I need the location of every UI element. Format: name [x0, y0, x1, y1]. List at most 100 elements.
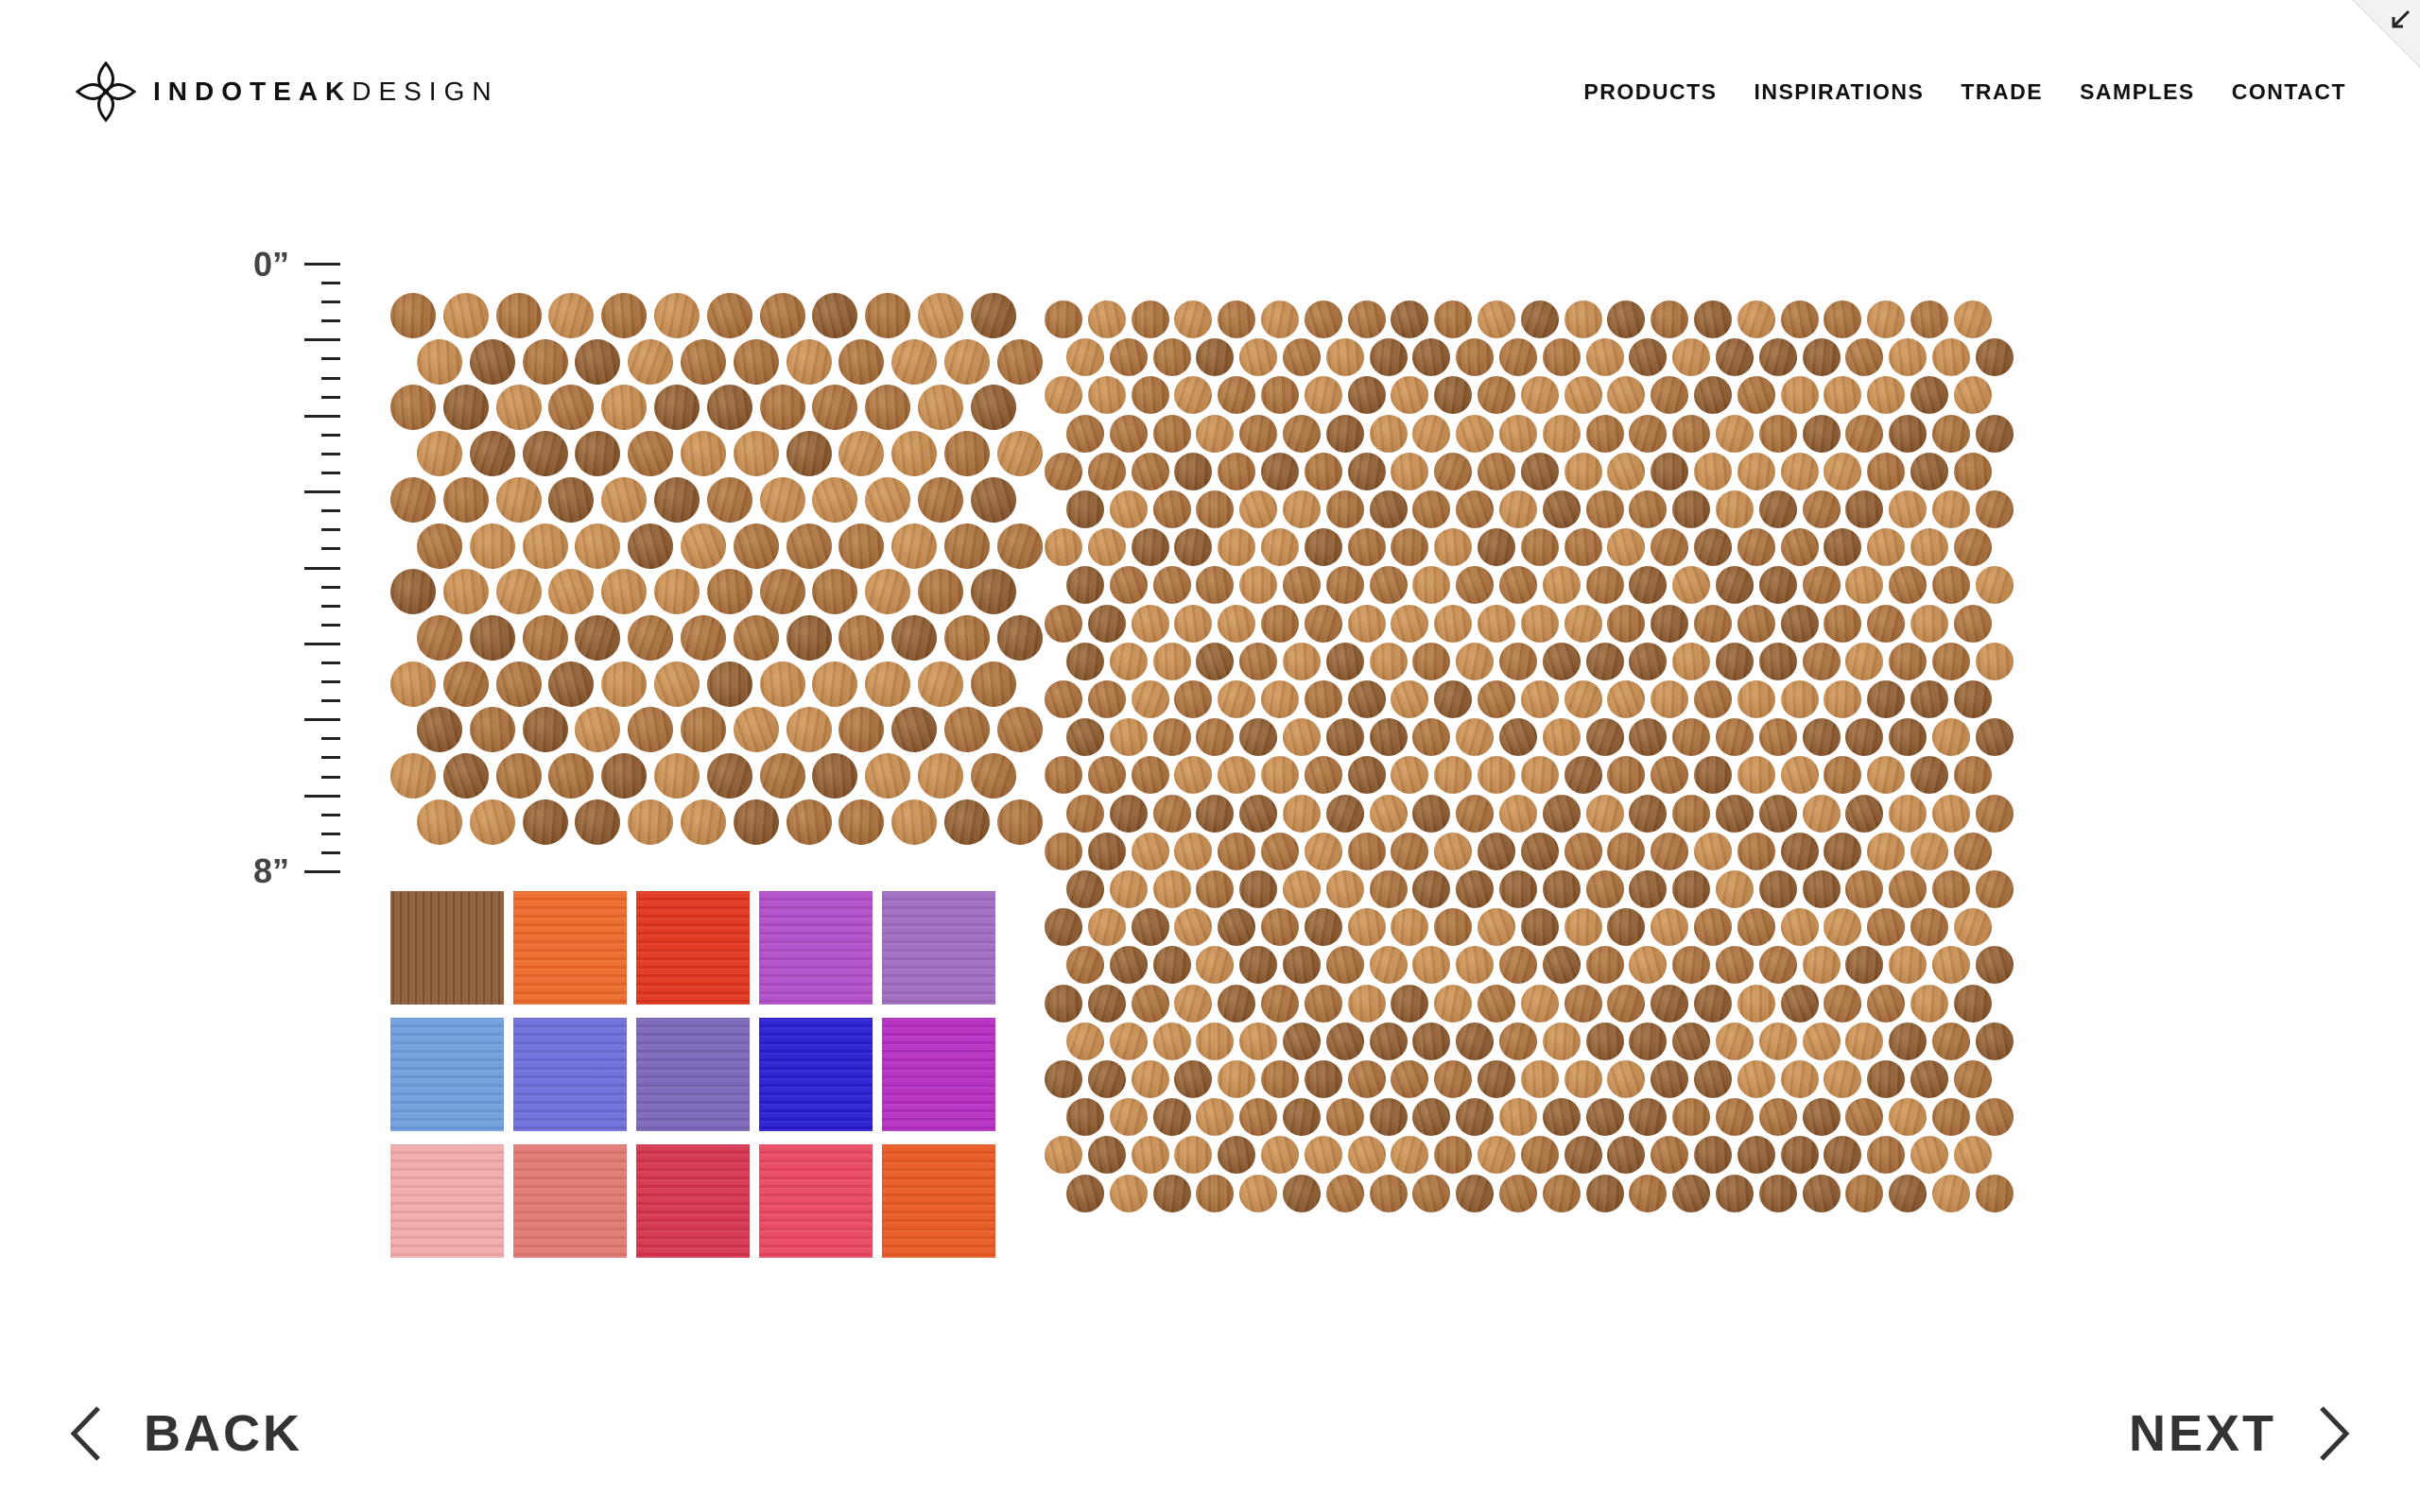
ruler-tick [321, 623, 340, 627]
swatch-periwinkle[interactable] [513, 1018, 627, 1131]
penny-tile [522, 431, 568, 477]
penny-tile [390, 753, 436, 799]
penny-tile [1478, 756, 1515, 795]
nav-products[interactable]: PRODUCTS [1583, 77, 1717, 106]
penny-tile [1391, 528, 1429, 567]
swatch-rose-red[interactable] [759, 1144, 873, 1258]
swatch-blush-pink[interactable] [390, 1144, 504, 1258]
penny-tile [1932, 642, 1970, 680]
swatch-natural-teak[interactable] [390, 891, 504, 1005]
penny-tile [1434, 1060, 1473, 1098]
next-button[interactable]: NEXT [2129, 1404, 2352, 1463]
penny-tile [1283, 490, 1321, 528]
swatch-tangerine[interactable] [882, 1144, 995, 1258]
penny-tile [1109, 870, 1148, 908]
penny-tile [1607, 528, 1646, 567]
penny-tile [1889, 338, 1927, 377]
penny-tile [1152, 566, 1191, 605]
penny-tile [1239, 566, 1278, 605]
swatch-orange[interactable] [513, 891, 627, 1005]
penny-tile [1802, 566, 1841, 605]
penny-tile [1651, 1060, 1689, 1098]
swatch-lavender[interactable] [636, 1018, 750, 1131]
penny-tile [1087, 604, 1126, 643]
penny-tile [1802, 794, 1841, 833]
penny-tile [1758, 490, 1797, 528]
penny-tile [1824, 1060, 1862, 1098]
penny-tile [1607, 832, 1646, 870]
penny-tile [1542, 870, 1581, 908]
penny-tile [1283, 1174, 1321, 1212]
penny-tile [1520, 984, 1559, 1022]
penny-tile [1434, 604, 1473, 643]
swatch-lilac[interactable] [882, 891, 995, 1005]
ruler-tick [321, 661, 340, 664]
penny-tile [1239, 870, 1278, 908]
penny-tile [1412, 1174, 1451, 1212]
penny-tile [1975, 642, 2014, 680]
penny-tile [1347, 528, 1386, 567]
penny-tile [1672, 642, 1711, 680]
penny-tile [733, 799, 779, 845]
penny-tile [1910, 604, 1948, 643]
penny-tile [1585, 946, 1624, 985]
penny-tile [1478, 832, 1515, 870]
penny-tile [1889, 1098, 1927, 1137]
penny-tile [1499, 794, 1537, 833]
penny-tile [759, 569, 805, 615]
penny-tile [706, 476, 752, 523]
back-button[interactable]: BACK [68, 1404, 302, 1463]
penny-tile [1867, 452, 1906, 490]
ruler-tick [321, 301, 340, 304]
swatch-cobalt[interactable] [759, 1018, 873, 1131]
swatch-red[interactable] [636, 891, 750, 1005]
penny-tile [1325, 490, 1364, 528]
swatch-crimson[interactable] [636, 1144, 750, 1258]
penny-tile [1953, 1060, 1992, 1098]
swatch-fuchsia[interactable] [882, 1018, 995, 1131]
penny-tile [1066, 718, 1104, 757]
penny-tile [1910, 1060, 1948, 1098]
nav-trade[interactable]: TRADE [1961, 77, 2043, 106]
penny-tile [1347, 984, 1386, 1022]
penny-tile [1867, 528, 1906, 567]
ruler-top-label: 0” [253, 245, 290, 284]
nav-samples[interactable]: SAMPLES [2080, 77, 2195, 106]
penny-tile [1585, 1022, 1624, 1060]
swatch-coral[interactable] [513, 1144, 627, 1258]
swatch-sky-blue[interactable] [390, 1018, 504, 1131]
ruler-bottom-label: 8” [253, 851, 290, 890]
penny-tile [733, 338, 779, 385]
penny-tile [1651, 452, 1689, 490]
swatch-magenta-violet[interactable] [759, 891, 873, 1005]
penny-tile [1239, 794, 1278, 833]
penny-tile [1867, 604, 1906, 643]
penny-tile [1109, 566, 1148, 605]
penny-tile [390, 476, 436, 523]
penny-tile [1932, 718, 1970, 757]
brand-logo[interactable]: INDOTEAKDESIGN [74, 59, 499, 125]
penny-tile [601, 661, 648, 707]
penny-tile [1304, 1060, 1342, 1098]
penny-tile [1369, 414, 1408, 453]
penny-tile [1737, 528, 1775, 567]
penny-tile [918, 753, 963, 799]
penny-tile [1478, 604, 1515, 643]
collapse-arrow-icon[interactable] [2325, 0, 2420, 94]
penny-tile [1045, 452, 1082, 490]
penny-tile [1520, 832, 1559, 870]
penny-tile [1780, 452, 1819, 490]
penny-tile [1174, 528, 1213, 567]
penny-tile [1218, 452, 1256, 490]
penny-tile [1109, 490, 1148, 528]
penny-tile [838, 431, 885, 477]
penny-tile [1672, 946, 1711, 985]
nav-inspirations[interactable]: INSPIRATIONS [1754, 77, 1924, 106]
ruler-tick [321, 509, 340, 513]
penny-tile [970, 661, 1016, 707]
penny-tile [1196, 1174, 1235, 1212]
penny-tile [1651, 908, 1689, 947]
penny-tile [1953, 832, 1992, 870]
penny-tile [1520, 452, 1559, 490]
penny-tile [1218, 680, 1256, 718]
